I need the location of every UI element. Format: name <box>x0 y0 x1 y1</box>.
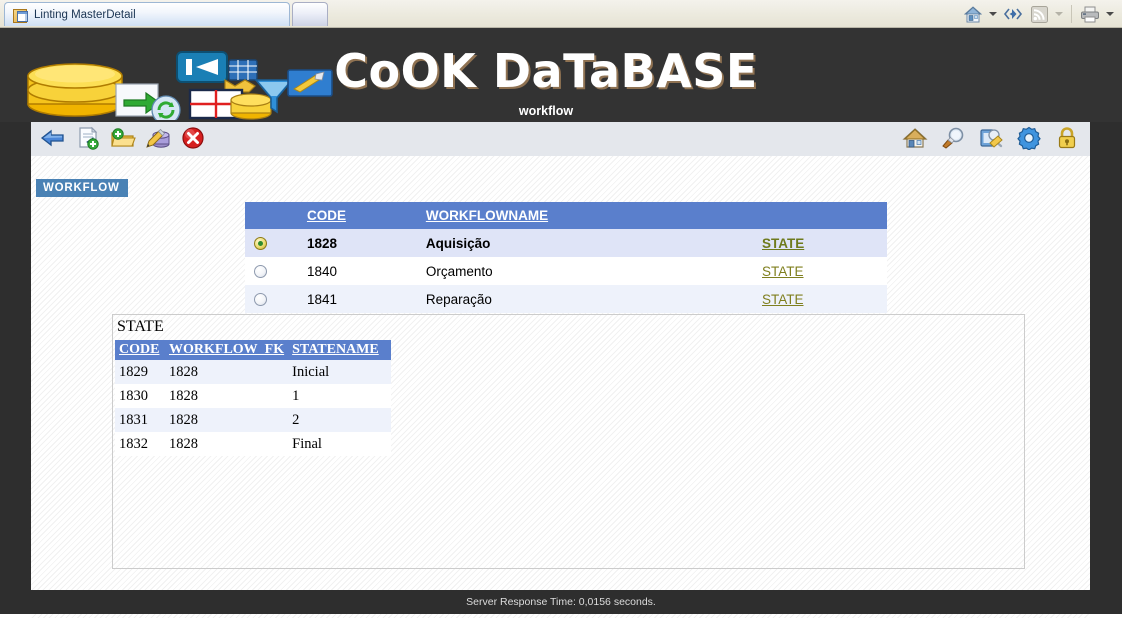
search-brush-icon[interactable] <box>940 126 966 152</box>
toolbar-divider <box>1071 5 1072 23</box>
feed-discovery-icon[interactable] <box>1001 3 1025 25</box>
home-icon[interactable] <box>961 3 985 25</box>
row-state-link-cell[interactable]: STATE <box>687 285 887 313</box>
master-col-code[interactable]: CODE <box>276 202 403 229</box>
row-state-link-cell[interactable]: STATE <box>687 257 887 285</box>
back-arrow-icon[interactable] <box>40 126 66 152</box>
open-folder-icon[interactable] <box>110 126 136 152</box>
app-toolbar <box>31 122 1090 156</box>
state-link[interactable]: STATE <box>762 264 804 279</box>
detail-code: 1829 <box>115 360 165 384</box>
detail-col-statename[interactable]: STATENAME <box>288 340 392 360</box>
browser-toolbar <box>961 3 1116 25</box>
browser-tab-title: Linting MasterDetail <box>34 8 136 21</box>
master-col-select <box>245 202 277 229</box>
row-workflowname: Reparação <box>402 285 687 313</box>
row-select-cell[interactable] <box>245 257 277 285</box>
master-col-workflowname[interactable]: WORKFLOWNAME <box>402 202 687 229</box>
master-table-head: CODE WORKFLOWNAME <box>245 202 887 229</box>
master-table-body: 1828 Aquisição STATE 1840 Orçamento STAT… <box>245 229 887 313</box>
detail-panel: STATE CODE WORKFLOW_FK STATENAME 1829 18… <box>112 314 1025 569</box>
table-row[interactable]: 1831 1828 2 <box>115 408 392 432</box>
detail-code: 1831 <box>115 408 165 432</box>
row-code: 1841 <box>276 285 403 313</box>
browser-tab-active[interactable]: Linting MasterDetail <box>4 2 290 26</box>
table-row[interactable]: 1829 1828 Inicial <box>115 360 392 384</box>
detail-col-workflow-fk[interactable]: WORKFLOW_FK <box>165 340 289 360</box>
row-workflowname: Aquisição <box>402 229 687 257</box>
page-title: CoOK DaTaBASE <box>334 44 758 98</box>
lock-icon[interactable] <box>1054 126 1080 152</box>
row-code: 1840 <box>276 257 403 285</box>
delete-icon[interactable] <box>180 126 206 152</box>
page-window-icon <box>13 8 28 23</box>
detail-code: 1832 <box>115 432 165 456</box>
state-link[interactable]: STATE <box>762 236 804 251</box>
detail-code: 1830 <box>115 384 165 408</box>
detail-statename: 2 <box>288 408 392 432</box>
detail-workflow-fk: 1828 <box>165 360 289 384</box>
detail-workflow-fk: 1828 <box>165 408 289 432</box>
rss-dropdown-chevron-down-icon[interactable] <box>1053 3 1065 25</box>
app-banner: CoOK DaTaBASE workflow <box>0 28 1122 122</box>
detail-workflow-fk: 1828 <box>165 384 289 408</box>
row-workflowname: Orçamento <box>402 257 687 285</box>
table-row[interactable]: 1832 1828 Final <box>115 432 392 456</box>
browser-tab-strip: Linting MasterDetail <box>4 2 328 26</box>
reports-icon[interactable] <box>978 126 1004 152</box>
state-link[interactable]: STATE <box>762 292 804 307</box>
master-col-relation <box>687 202 887 229</box>
detail-workflow-fk: 1828 <box>165 432 289 456</box>
table-row[interactable]: 1830 1828 1 <box>115 384 392 408</box>
row-code: 1828 <box>276 229 403 257</box>
new-document-icon[interactable] <box>75 126 101 152</box>
table-row[interactable]: 1840 Orçamento STATE <box>245 257 887 285</box>
detail-table-head: CODE WORKFLOW_FK STATENAME <box>115 340 392 360</box>
content-area: WORKFLOW CODE WORKFLOWNAME 1828 Aquisiçã… <box>31 156 1090 618</box>
toolbar-right-group <box>902 126 1080 152</box>
detail-col-code[interactable]: CODE <box>115 340 165 360</box>
status-text: Server Response Time: 0,0156 seconds. <box>466 596 656 608</box>
breadcrumb[interactable]: WORKFLOW <box>36 179 128 197</box>
detail-table-body: 1829 1828 Inicial 1830 1828 1 1831 1828 … <box>115 360 392 456</box>
detail-statename: Final <box>288 432 392 456</box>
status-bar: Server Response Time: 0,0156 seconds. <box>0 590 1122 614</box>
table-row[interactable]: 1828 Aquisição STATE <box>245 229 887 257</box>
table-row[interactable]: 1841 Reparação STATE <box>245 285 887 313</box>
edit-database-icon[interactable] <box>145 126 171 152</box>
master-header-row: CODE WORKFLOWNAME <box>245 202 887 229</box>
gear-icon[interactable] <box>1016 126 1042 152</box>
row-select-cell[interactable] <box>245 285 277 313</box>
application-frame: CoOK DaTaBASE workflow WORKFLOW CODE WOR… <box>0 28 1122 618</box>
page-subtitle: workflow <box>518 104 574 118</box>
detail-statename: Inicial <box>288 360 392 384</box>
new-tab-button[interactable] <box>292 2 328 26</box>
rss-icon[interactable] <box>1027 3 1051 25</box>
detail-header-row: CODE WORKFLOW_FK STATENAME <box>115 340 392 360</box>
detail-table: CODE WORKFLOW_FK STATENAME 1829 1828 Ini… <box>115 340 392 456</box>
printer-icon[interactable] <box>1078 3 1102 25</box>
home-dropdown-chevron-down-icon[interactable] <box>987 3 999 25</box>
row-state-link-cell[interactable]: STATE <box>687 229 887 257</box>
home-icon[interactable] <box>902 126 928 152</box>
radio-icon[interactable] <box>254 293 268 307</box>
detail-panel-title: STATE <box>117 318 164 335</box>
radio-icon[interactable] <box>254 265 268 279</box>
print-dropdown-chevron-down-icon[interactable] <box>1104 3 1116 25</box>
master-table: CODE WORKFLOWNAME 1828 Aquisição STATE 1… <box>245 202 887 313</box>
browser-chrome: Linting MasterDetail <box>0 0 1122 28</box>
radio-selected-icon[interactable] <box>254 237 268 251</box>
row-select-cell[interactable] <box>245 229 277 257</box>
toolbar-left-group <box>40 126 206 152</box>
detail-statename: 1 <box>288 384 392 408</box>
